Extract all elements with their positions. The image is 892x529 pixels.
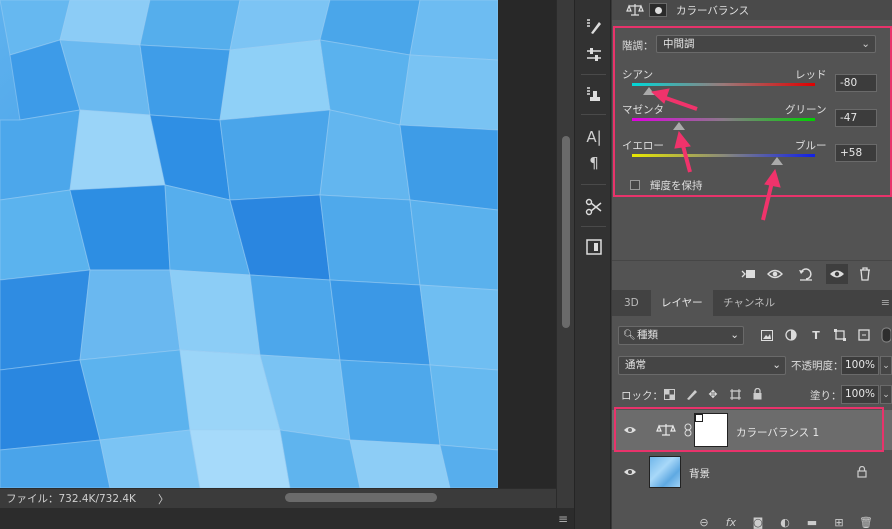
layer-lock-icon	[857, 465, 867, 481]
tab-3d[interactable]: 3D	[624, 290, 639, 316]
layer-mask-icon[interactable]	[649, 3, 667, 17]
status-bar: ファイル：732.4K/732.4K 〉	[0, 488, 556, 508]
shape-filter-icon[interactable]	[833, 328, 847, 342]
library-icon[interactable]	[583, 236, 605, 258]
trash-icon[interactable]	[856, 266, 874, 282]
clip-to-layer-icon[interactable]	[740, 266, 758, 282]
status-menu-arrow[interactable]: 〉	[158, 491, 169, 507]
delete-layer-trash-icon[interactable]: 🗑︎	[859, 515, 873, 529]
canvas-vertical-scrollbar[interactable]	[556, 0, 574, 512]
adjustment-highlight-box	[613, 26, 892, 197]
chevron-down-icon[interactable]: ⌄	[880, 356, 892, 375]
opacity-label: 不透明度：	[791, 360, 844, 372]
canvas-image	[0, 0, 498, 488]
panel-menu-icon[interactable]: ≡	[881, 296, 890, 309]
character-icon[interactable]: A|	[583, 126, 605, 148]
lock-artboard-icon[interactable]	[728, 387, 742, 401]
pixel-filter-icon[interactable]	[760, 328, 774, 342]
fx-icon[interactable]: fx	[724, 515, 738, 529]
tool-presets-icon[interactable]	[583, 196, 605, 218]
photoshop-window: ファイル：732.4K/732.4K 〉 ≡ A| ¶ カラーバランス 階調： …	[0, 0, 892, 529]
view-previous-state-icon[interactable]	[767, 266, 785, 282]
brush-preset-icon[interactable]	[583, 16, 605, 38]
search-icon: 🔍︎	[623, 330, 636, 341]
pasteboard	[498, 0, 556, 488]
smart-object-filter-icon[interactable]	[857, 328, 871, 342]
new-layer-icon[interactable]: ⊞	[832, 515, 846, 529]
layer-filter-value: 種類	[637, 329, 658, 341]
vertical-scroll-thumb[interactable]	[562, 136, 570, 328]
layer-name-background[interactable]: 背景	[689, 466, 710, 481]
clone-source-icon[interactable]	[583, 84, 605, 106]
lock-position-move-icon[interactable]: ✥	[706, 387, 720, 401]
toolbar-divider	[581, 114, 606, 115]
layers-tabs: 3D レイヤー チャンネル ≡	[612, 290, 892, 316]
toolbar-divider	[581, 226, 606, 227]
properties-header: カラーバランス	[612, 0, 892, 20]
chevron-down-icon[interactable]: ⌄	[880, 385, 892, 404]
balance-scale-icon	[626, 3, 644, 17]
adjustment-filter-icon[interactable]	[784, 328, 798, 342]
side-toolbar: A| ¶	[574, 0, 611, 529]
toolbar-divider	[581, 184, 606, 185]
adjustments-icon[interactable]	[583, 44, 605, 66]
tab-layers[interactable]: レイヤー	[651, 290, 713, 316]
link-layers-icon[interactable]: ⊖	[697, 515, 711, 529]
new-adjustment-layer-icon[interactable]: ◐	[778, 515, 792, 529]
add-mask-icon[interactable]: ◙	[751, 515, 765, 529]
toolbar-divider	[581, 74, 606, 75]
file-size-info: ファイル：732.4K/732.4K	[6, 493, 136, 505]
visibility-eye-icon[interactable]	[826, 264, 848, 284]
layer-visibility-eye-icon[interactable]	[618, 452, 642, 492]
horizontal-scroll-thumb[interactable]	[285, 493, 437, 502]
background-layer-thumbnail[interactable]	[649, 456, 681, 488]
properties-title: カラーバランス	[676, 4, 750, 17]
opacity-input[interactable]: 100%	[841, 356, 879, 375]
fill-label: 塗り：	[810, 390, 842, 402]
blend-mode-value: 通常	[625, 359, 646, 371]
layer-filter-select[interactable]: 🔍︎ 種類 ⌄	[618, 326, 744, 345]
chevron-down-icon: ⌄	[772, 359, 781, 371]
reset-icon[interactable]	[797, 266, 815, 282]
paragraph-icon[interactable]: ¶	[583, 152, 605, 174]
type-filter-icon[interactable]: T	[809, 328, 823, 342]
filter-toggle-icon[interactable]	[880, 327, 892, 343]
lock-image-brush-icon[interactable]	[685, 387, 699, 401]
lock-transparent-icon[interactable]	[662, 387, 676, 401]
blend-mode-select[interactable]: 通常 ⌄	[618, 356, 786, 375]
fill-input[interactable]: 100%	[841, 385, 879, 404]
lock-label: ロック：	[621, 390, 663, 402]
layer-highlight-box	[614, 407, 884, 452]
tab-channels[interactable]: チャンネル	[723, 290, 775, 316]
bottom-strip: ≡	[0, 508, 574, 529]
menu-icon[interactable]: ≡	[558, 512, 568, 526]
chevron-down-icon: ⌄	[730, 329, 739, 341]
document-canvas[interactable]	[0, 0, 498, 488]
lock-all-icon[interactable]	[750, 387, 764, 401]
new-group-folder-icon[interactable]: ▬	[805, 515, 819, 529]
